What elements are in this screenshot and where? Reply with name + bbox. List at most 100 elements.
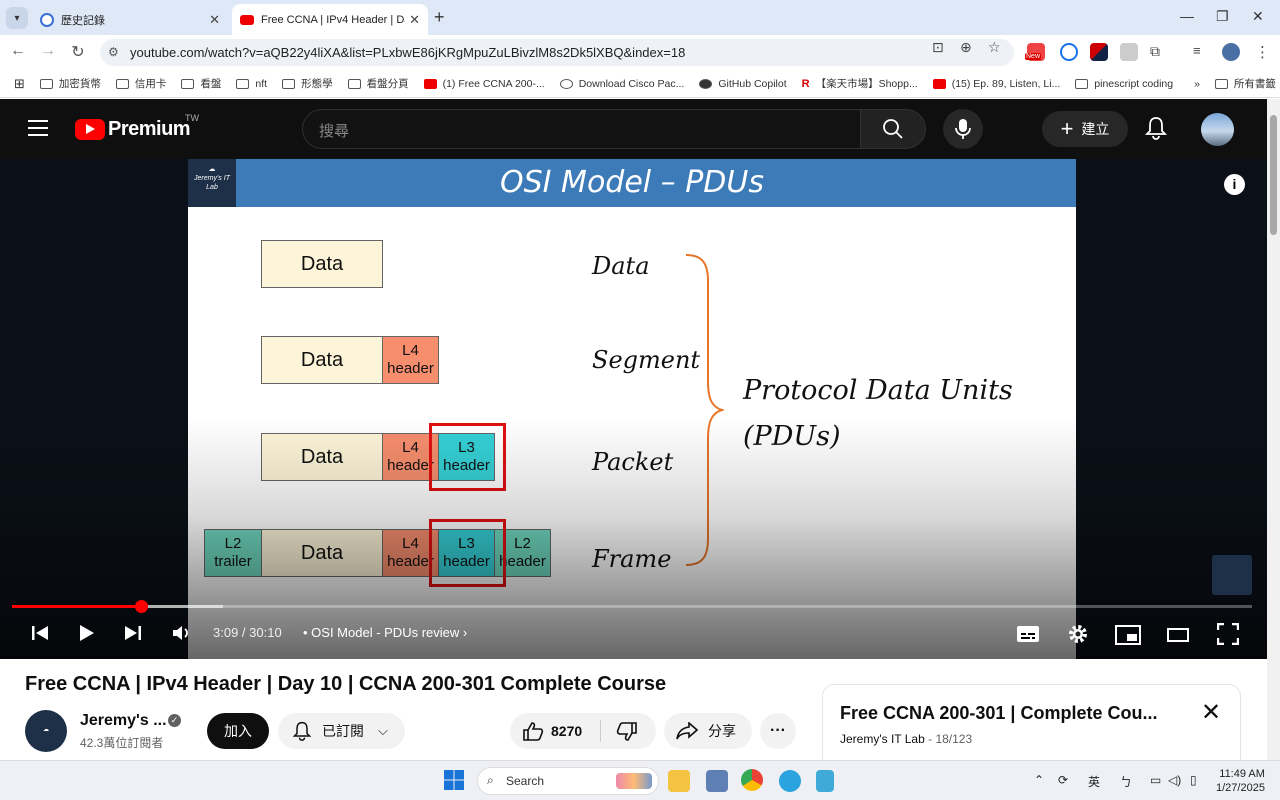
bookmark-folder[interactable]: 加密貨幣 — [39, 76, 101, 91]
ime-mode-icon[interactable]: ㄅ — [1120, 773, 1132, 790]
info-icon[interactable]: i — [1224, 174, 1245, 195]
extension-new-icon[interactable]: New — [1025, 43, 1045, 61]
theater-mode-button[interactable] — [1167, 628, 1189, 647]
scrollbar-thumb[interactable] — [1270, 115, 1277, 235]
notifications-button[interactable] — [1144, 116, 1168, 145]
bookmark-folder[interactable]: 看盤 — [181, 76, 221, 91]
pdu-label-data: Data — [592, 252, 650, 280]
pdu-label-frame: Frame — [592, 545, 672, 573]
extension-icon[interactable] — [1120, 43, 1138, 61]
tab-youtube[interactable]: Free CCNA | IPv4 Header | Day ✕ — [232, 4, 428, 35]
apps-icon[interactable]: ⊞ — [14, 76, 25, 92]
more-actions-icon[interactable]: ··· — [760, 713, 796, 749]
extension-icon[interactable] — [1060, 43, 1078, 61]
play-button[interactable] — [78, 623, 96, 648]
tray-overflow-icon[interactable]: ⌃ — [1034, 773, 1044, 787]
taskbar-search[interactable]: ⌕ Search — [477, 767, 659, 795]
chrome-menu-icon[interactable]: ⋮ — [1255, 43, 1273, 61]
zoom-icon[interactable]: ⊕ — [960, 39, 972, 56]
new-tab-button[interactable]: + — [434, 7, 445, 28]
progress-bar[interactable] — [12, 600, 1252, 613]
search-button[interactable] — [860, 109, 926, 149]
next-button[interactable] — [123, 623, 143, 648]
menu-icon[interactable] — [28, 120, 48, 136]
file-explorer-icon[interactable] — [668, 770, 690, 792]
extensions-puzzle-icon[interactable]: ⧉ — [1150, 43, 1168, 61]
bookmark-star-icon[interactable]: ☆ — [988, 39, 1001, 56]
previous-icon — [32, 626, 48, 640]
bookmarks-overflow-icon[interactable]: » — [1194, 78, 1200, 90]
bookmark-folder[interactable]: 形態學 — [282, 76, 333, 91]
all-bookmarks-folder[interactable]: 所有書籤 — [1214, 76, 1276, 91]
tab-search-button[interactable]: ▾ — [6, 7, 28, 29]
voice-search-button[interactable] — [943, 109, 983, 149]
search-input[interactable]: 搜尋 — [302, 109, 862, 149]
channel-watermark[interactable] — [1212, 555, 1252, 595]
fullscreen-button[interactable] — [1216, 622, 1240, 650]
playlist-panel: Free CCNA 200-301 | Complete Cou... Jere… — [822, 684, 1241, 764]
create-button[interactable]: + 建立 — [1042, 111, 1128, 147]
channel-name[interactable]: Jeremy's ... — [80, 712, 167, 730]
tab-close-icon[interactable]: ✕ — [409, 12, 420, 28]
join-button[interactable]: 加入 — [207, 713, 269, 749]
app-icon[interactable] — [706, 770, 728, 792]
back-icon[interactable]: ← — [8, 42, 28, 60]
account-avatar[interactable] — [1201, 113, 1234, 146]
speaker-icon[interactable]: ◁) — [1168, 773, 1181, 787]
subscribed-button[interactable]: 已訂閱 ⌵ — [278, 713, 405, 749]
profile-avatar-icon[interactable] — [1222, 43, 1240, 61]
pdu-description: Protocol Data Units (PDUs) — [743, 375, 1013, 452]
previous-button[interactable] — [30, 623, 50, 648]
bookmark-folder[interactable]: nft — [236, 78, 267, 90]
share-button[interactable]: 分享 — [664, 713, 752, 749]
restore-icon[interactable]: ❐ — [1216, 8, 1229, 25]
plus-icon: + — [1060, 116, 1074, 141]
playlist-channel[interactable]: Jeremy's IT Lab — [840, 732, 925, 746]
youtube-favicon-icon — [240, 14, 254, 25]
video-player[interactable]: ☁ Jeremy's IT Lab OSI Model – PDUs Data D… — [0, 159, 1267, 659]
bookmark-folder[interactable]: 信用卡 — [115, 76, 166, 91]
pdu-label-packet: Packet — [592, 448, 674, 476]
reload-icon[interactable]: ↻ — [68, 42, 88, 62]
tray-sync-icon[interactable]: ⟳ — [1058, 773, 1068, 787]
scrubber-handle[interactable] — [134, 600, 148, 613]
network-icon[interactable]: ▭ — [1150, 773, 1161, 787]
subtitles-button[interactable] — [1016, 625, 1040, 648]
tab-history[interactable]: 歷史記錄 ✕ — [32, 4, 228, 35]
extension-flag-icon[interactable] — [1090, 43, 1108, 61]
bookmark-folder[interactable]: 看盤分頁 — [347, 76, 409, 91]
forward-icon[interactable]: → — [38, 42, 58, 60]
miniplayer-button[interactable] — [1115, 625, 1141, 650]
bookmark-folder[interactable]: pinescript coding — [1075, 78, 1173, 90]
bookmark-link[interactable]: (1) Free CCNA 200-... — [423, 78, 545, 90]
notepad-icon[interactable] — [816, 770, 834, 792]
close-icon[interactable]: ✕ — [1201, 698, 1221, 727]
bookmark-link[interactable]: (15) Ep. 89, Listen, Li... — [932, 78, 1060, 90]
volume-button[interactable] — [171, 623, 193, 648]
tab-close-icon[interactable]: ✕ — [209, 12, 220, 28]
youtube-logo[interactable]: Premium TW — [75, 113, 199, 141]
ime-indicator[interactable]: 英 — [1088, 773, 1100, 790]
tab-strip: ▾ 歷史記錄 ✕ Free CCNA | IPv4 Header | Day ✕… — [0, 0, 1280, 35]
close-window-icon[interactable]: ✕ — [1252, 8, 1264, 25]
install-app-icon[interactable]: ⊡ — [932, 39, 944, 56]
bookmark-link[interactable]: GitHub Copilot — [699, 78, 787, 90]
page-scrollbar[interactable] — [1267, 99, 1280, 760]
system-clock[interactable]: 11:49 AM 1/27/2025 — [1216, 767, 1265, 795]
telegram-icon[interactable] — [779, 770, 801, 792]
media-control-icon[interactable]: ≡ — [1193, 43, 1211, 61]
playlist-title[interactable]: Free CCNA 200-301 | Complete Cou... — [840, 703, 1157, 724]
like-button[interactable] — [522, 721, 544, 746]
battery-icon[interactable]: ▯ — [1190, 773, 1197, 787]
site-info-icon[interactable]: ⚙ — [108, 45, 119, 59]
chapter-button[interactable]: • OSI Model - PDUs review › — [303, 625, 467, 640]
settings-button[interactable] — [1067, 623, 1089, 650]
channel-avatar[interactable]: ☁ — [25, 710, 67, 752]
bookmark-link[interactable]: Download Cisco Pac... — [559, 78, 684, 90]
chrome-icon[interactable] — [741, 769, 763, 791]
bookmark-link[interactable]: R 【楽天市場】Shopp... — [802, 76, 918, 91]
address-bar[interactable]: ⚙ youtube.com/watch?v=aQB22y4liXA&list=P… — [100, 39, 1014, 66]
minimize-icon[interactable]: — — [1180, 8, 1194, 24]
dislike-button[interactable] — [616, 722, 638, 747]
windows-start-icon[interactable] — [443, 769, 465, 791]
